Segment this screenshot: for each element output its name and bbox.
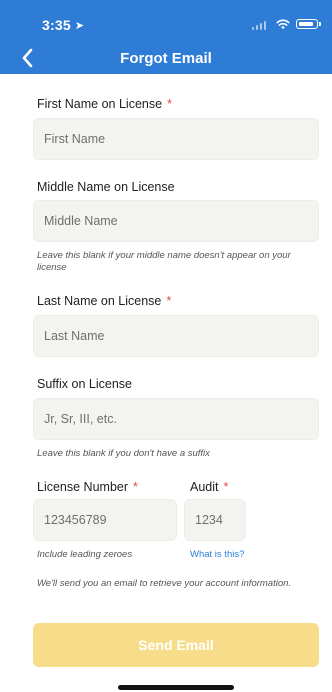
wifi-icon (276, 19, 290, 30)
first-name-placeholder: First Name (44, 132, 106, 146)
send-email-button[interactable]: Send Email (33, 623, 319, 667)
first-name-label: First Name on License * (37, 97, 172, 111)
status-icons (252, 18, 321, 30)
audit-input[interactable]: 1234 (184, 499, 246, 541)
required-indicator: * (223, 480, 229, 494)
license-number-placeholder: 123456789 (44, 513, 107, 527)
suffix-help: Leave this blank if you don't have a suf… (37, 448, 210, 459)
audit-placeholder: 1234 (195, 513, 223, 527)
location-arrow-icon: ➤ (74, 20, 85, 32)
suffix-placeholder: Jr, Sr, III, etc. (44, 412, 117, 426)
required-indicator: * (133, 480, 138, 494)
middle-name-input[interactable]: Middle Name (33, 200, 319, 242)
status-time: 3:35 ➤ (42, 17, 84, 33)
last-name-input[interactable]: Last Name (33, 315, 319, 357)
audit-label-text: Audit (190, 480, 219, 494)
license-number-label-text: License Number (37, 480, 129, 494)
middle-name-placeholder: Middle Name (44, 214, 118, 228)
license-number-help: Include leading zeroes (37, 549, 133, 560)
last-name-placeholder: Last Name (44, 329, 105, 343)
info-text: We'll send you an email to retrieve your… (37, 578, 292, 589)
battery-icon (296, 19, 321, 29)
page-title: Forgot Email (120, 50, 212, 67)
suffix-label-text: Suffix on License (37, 377, 132, 391)
forgot-email-screen: 3:35 ➤ Forgot Email First Name on License… (0, 0, 332, 692)
required-indicator: * (166, 294, 172, 308)
last-name-label-text: Last Name on License (37, 294, 162, 308)
suffix-label: Suffix on License (37, 377, 132, 391)
audit-label: Audit * (190, 480, 228, 494)
last-name-label: Last Name on License * (37, 294, 171, 308)
first-name-label-text: First Name on License (37, 97, 163, 111)
suffix-input[interactable]: Jr, Sr, III, etc. (33, 398, 319, 440)
home-indicator (118, 685, 234, 690)
license-number-input[interactable]: 123456789 (33, 499, 177, 541)
required-indicator: * (167, 97, 172, 111)
license-number-label: License Number * (37, 480, 138, 494)
cellular-signal-icon (252, 19, 270, 30)
first-name-input[interactable]: First Name (33, 118, 319, 160)
status-time-text: 3:35 (42, 17, 71, 33)
middle-name-label: Middle Name on License (37, 180, 175, 194)
middle-name-label-text: Middle Name on License (37, 180, 175, 194)
header: 3:35 ➤ Forgot Email (0, 0, 332, 74)
middle-name-help: Leave this blank if your middle name doe… (37, 250, 291, 273)
what-is-this-link[interactable]: What is this? (190, 549, 244, 560)
